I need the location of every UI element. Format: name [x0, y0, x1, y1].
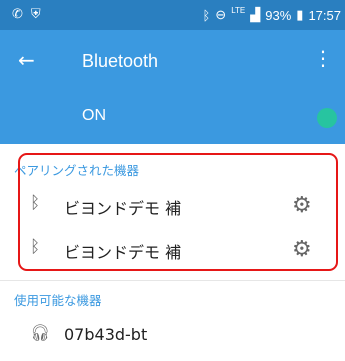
do-not-disturb-icon: ⊖ [215, 7, 227, 22]
bluetooth-switch[interactable] [317, 108, 337, 128]
app-bar: ← Bluetooth ⋮ [0, 30, 345, 92]
available-device-row[interactable]: 🎧︎ 07b43d-bt [0, 311, 345, 359]
call-icon: ✆ [12, 6, 23, 21]
status-right: ᛒ ⊖ LTE ▟ 93% ▮ 17:57 [202, 5, 341, 23]
page-title: Bluetooth [82, 51, 159, 71]
headset-icon: 🎧︎ [30, 323, 51, 342]
back-arrow-icon[interactable]: ← [18, 48, 35, 72]
signal-icon: ▟ [250, 7, 261, 22]
more-options-icon[interactable]: ⋮ [313, 48, 333, 68]
bluetooth-status-icon: ᛒ [202, 7, 211, 23]
lte-label: LTE [231, 5, 246, 15]
battery-icon: ▮ [296, 7, 304, 22]
shield-icon: ⛨ [30, 6, 41, 21]
available-devices-header: 使用可能な機器 [14, 293, 102, 308]
clock: 17:57 [308, 7, 341, 23]
bluetooth-toggle-row[interactable]: ON [0, 92, 345, 144]
highlight-box [18, 153, 338, 271]
device-name: 07b43d-bt [64, 325, 148, 344]
status-left: ✆ ⛨ [12, 6, 41, 22]
toggle-label: ON [82, 107, 106, 124]
divider [0, 280, 345, 281]
status-bar: ✆ ⛨ ᛒ ⊖ LTE ▟ 93% ▮ 17:57 [0, 0, 345, 30]
battery-percent: 93% [265, 7, 292, 23]
